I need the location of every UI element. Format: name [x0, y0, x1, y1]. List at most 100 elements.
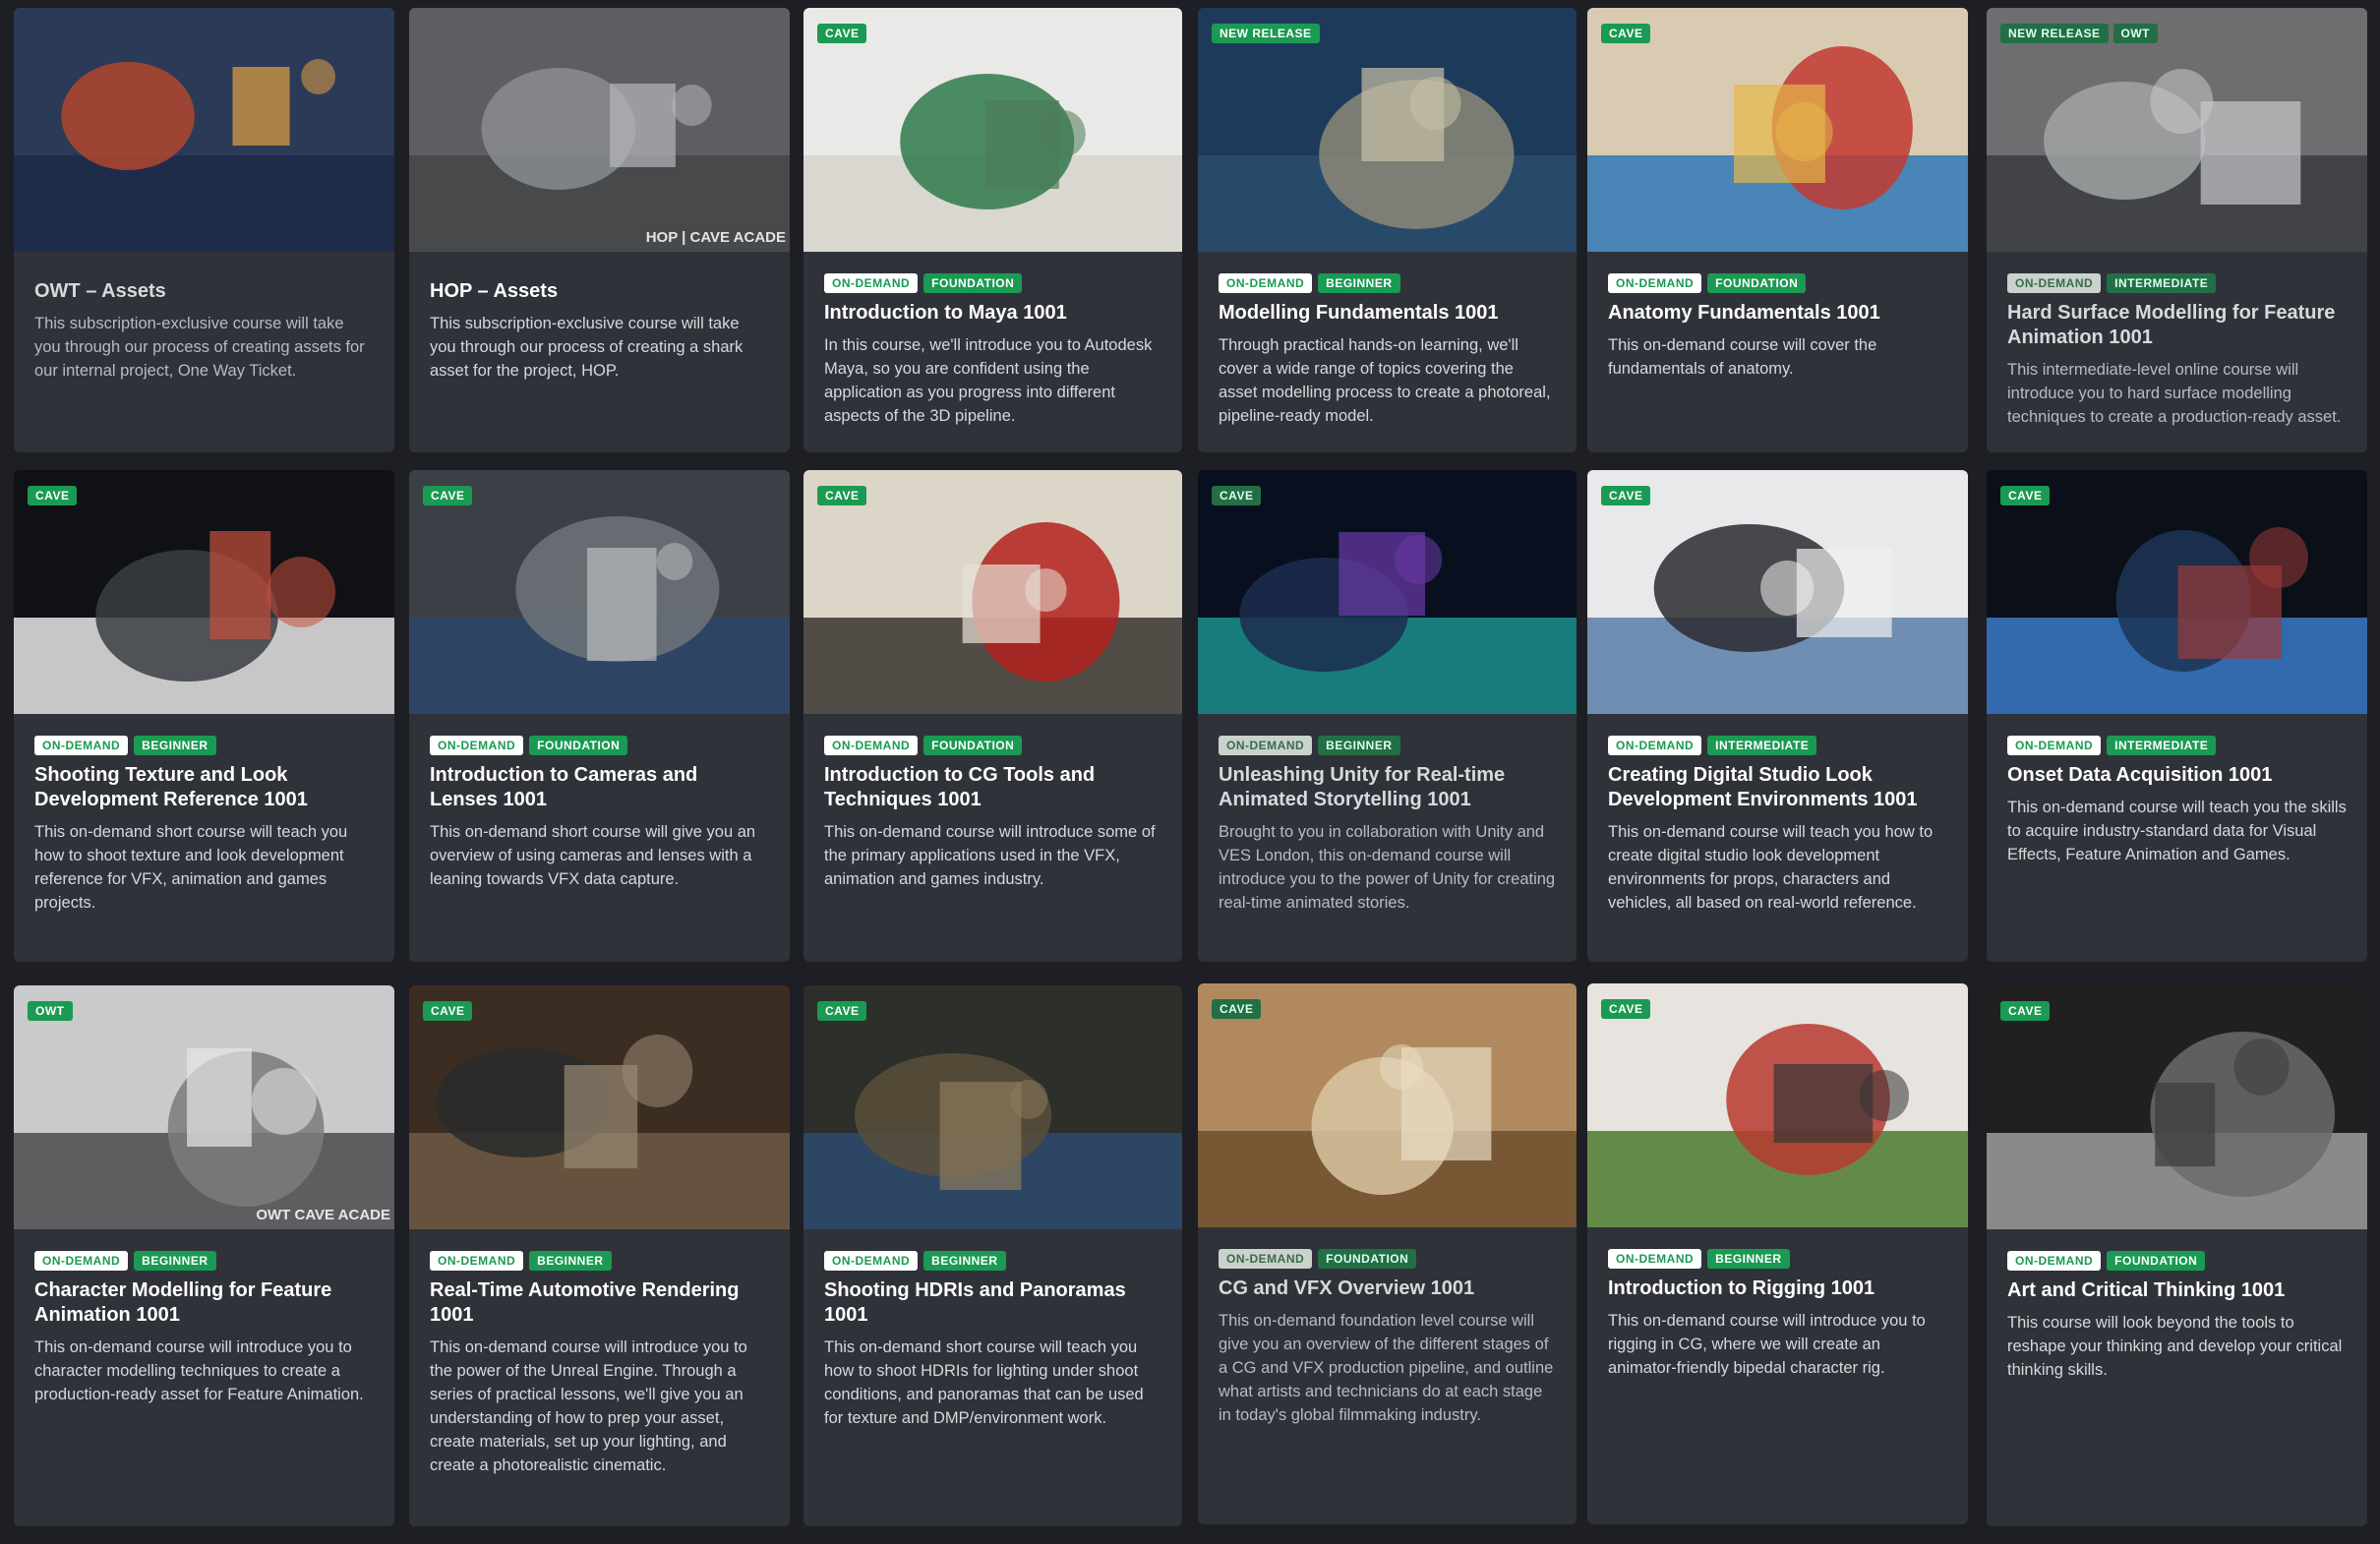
- thumbnail-illustration: [409, 8, 790, 252]
- thumbnail-illustration: [1198, 983, 1577, 1227]
- format-tag: ON-DEMAND: [2007, 736, 2102, 755]
- course-thumbnail[interactable]: CAVE: [803, 470, 1182, 714]
- level-tag: BEGINNER: [134, 736, 216, 755]
- course-card[interactable]: CAVE ON-DEMAND FOUNDATION CG and VFX Overvi…: [1198, 983, 1577, 1524]
- course-card[interactable]: OWT – Assets This subscription-exclusive …: [14, 8, 394, 452]
- course-title[interactable]: Introduction to CG Tools and Techniques …: [824, 763, 1161, 812]
- course-card[interactable]: CAVE ON-DEMAND FOUNDATION Anatomy Fundament…: [1587, 8, 1968, 452]
- course-card[interactable]: NEW RELEASE ON-DEMAND BEGINNER Modelling Fu…: [1198, 8, 1577, 452]
- course-thumbnail[interactable]: CAVE: [1587, 8, 1968, 252]
- thumbnail-badges: CAVE: [1601, 486, 1651, 505]
- course-tags: ON-DEMAND FOUNDATION: [2007, 1251, 2347, 1271]
- course-tags: ON-DEMAND INTERMEDIATE: [2007, 273, 2347, 293]
- thumbnail-illustration: [1198, 8, 1577, 252]
- course-title[interactable]: Hard Surface Modelling for Feature Anima…: [2007, 301, 2347, 350]
- course-title[interactable]: Shooting HDRIs and Panoramas 1001: [824, 1278, 1161, 1328]
- thumbnail-illustration: [409, 985, 790, 1229]
- course-body: ON-DEMAND BEGINNER Character Modelling for…: [34, 1251, 374, 1406]
- thumbnail-illustration: [14, 8, 394, 252]
- course-card[interactable]: CAVE ON-DEMAND BEGINNER Real-Time Automotiv…: [409, 985, 790, 1526]
- course-description: This course will look beyond the tools t…: [2007, 1314, 2343, 1379]
- level-tag: INTERMEDIATE: [1707, 736, 1817, 755]
- course-card[interactable]: CAVE ON-DEMAND BEGINNER Unleashing Unity fo…: [1198, 470, 1577, 962]
- course-title[interactable]: Introduction to Maya 1001: [824, 301, 1161, 326]
- format-tag: ON-DEMAND: [824, 273, 919, 293]
- course-description: Through practical hands-on learning, we'…: [1219, 336, 1551, 425]
- course-card[interactable]: CAVE ON-DEMAND FOUNDATION Introduction to C…: [409, 470, 790, 962]
- level-tag: FOUNDATION: [1707, 273, 1807, 293]
- level-tag: FOUNDATION: [923, 273, 1023, 293]
- course-title[interactable]: CG and VFX Overview 1001: [1219, 1277, 1556, 1301]
- course-title[interactable]: Shooting Texture and Look Development Re…: [34, 763, 374, 812]
- course-title[interactable]: Art and Critical Thinking 1001: [2007, 1278, 2347, 1303]
- course-body: ON-DEMAND FOUNDATION CG and VFX Overview 1…: [1219, 1249, 1556, 1427]
- course-body: ON-DEMAND FOUNDATION Anatomy Fundamentals …: [1608, 273, 1947, 381]
- course-card[interactable]: NEW RELEASE OWT ON-DEMAND INTERMEDIATE Hard …: [1987, 8, 2367, 452]
- course-body: ON-DEMAND INTERMEDIATE Creating Digital St…: [1608, 736, 1947, 915]
- course-title[interactable]: Introduction to Cameras and Lenses 1001: [430, 763, 769, 812]
- course-body: ON-DEMAND INTERMEDIATE Onset Data Acquisit…: [2007, 736, 2347, 866]
- thumbnail-badge: CAVE: [1212, 999, 1262, 1019]
- course-title[interactable]: Real-Time Automotive Rendering 1001: [430, 1278, 769, 1328]
- course-tags: ON-DEMAND BEGINNER: [1608, 1249, 1947, 1269]
- format-tag: ON-DEMAND: [1219, 273, 1313, 293]
- course-card[interactable]: CAVE ON-DEMAND BEGINNER Introduction to Rig…: [1587, 983, 1968, 1524]
- course-card[interactable]: CAVE ON-DEMAND INTERMEDIATE Onset Data Acqu…: [1987, 470, 2367, 962]
- course-title[interactable]: HOP – Assets: [430, 279, 769, 304]
- course-thumbnail[interactable]: CAVE: [1987, 985, 2367, 1229]
- course-card[interactable]: CAVE ON-DEMAND BEGINNER Shooting Texture an…: [14, 470, 394, 962]
- course-thumbnail[interactable]: CAVE: [1987, 470, 2367, 714]
- course-card[interactable]: CAVE ON-DEMAND FOUNDATION Introduction to C…: [803, 470, 1182, 962]
- course-thumbnail[interactable]: CAVE: [409, 985, 790, 1229]
- thumbnail-badge: CAVE: [2000, 486, 2051, 505]
- course-title[interactable]: Creating Digital Studio Look Development…: [1608, 763, 1947, 812]
- thumbnail-badge: CAVE: [423, 1001, 473, 1021]
- course-thumbnail[interactable]: CAVE: [803, 985, 1182, 1229]
- course-tags: ON-DEMAND BEGINNER: [34, 736, 374, 755]
- course-title[interactable]: Introduction to Rigging 1001: [1608, 1277, 1947, 1301]
- course-card[interactable]: HOP | CAVE ACADE HOP – Assets This subscri…: [409, 8, 790, 452]
- thumbnail-illustration: [409, 470, 790, 714]
- thumbnail-badge: CAVE: [1601, 999, 1651, 1019]
- course-description: This on-demand course will introduce som…: [824, 823, 1156, 888]
- course-title[interactable]: Character Modelling for Feature Animatio…: [34, 1278, 374, 1328]
- course-thumbnail[interactable]: CAVE: [1587, 983, 1968, 1227]
- course-title[interactable]: Anatomy Fundamentals 1001: [1608, 301, 1947, 326]
- course-card[interactable]: CAVE ON-DEMAND FOUNDATION Art and Critical …: [1987, 985, 2367, 1526]
- course-thumbnail[interactable]: CAVE: [409, 470, 790, 714]
- thumbnail-badges: CAVE: [817, 486, 867, 505]
- course-card[interactable]: CAVE ON-DEMAND BEGINNER Shooting HDRIs and …: [803, 985, 1182, 1526]
- course-thumbnail[interactable]: CAVE: [14, 470, 394, 714]
- thumbnail-watermark: HOP | CAVE ACADE: [645, 229, 786, 246]
- course-thumbnail[interactable]: CAVE: [1587, 470, 1968, 714]
- course-thumbnail[interactable]: [14, 8, 394, 252]
- course-description: This on-demand course will teach you the…: [2007, 799, 2347, 863]
- course-tags: ON-DEMAND FOUNDATION: [1219, 1249, 1556, 1269]
- course-thumbnail[interactable]: CAVE: [803, 8, 1182, 252]
- course-description: This on-demand course will introduce you…: [430, 1338, 747, 1474]
- course-body: ON-DEMAND BEGINNER Modelling Fundamentals …: [1219, 273, 1556, 428]
- course-title[interactable]: Modelling Fundamentals 1001: [1219, 301, 1556, 326]
- level-tag: BEGINNER: [529, 1251, 612, 1271]
- format-tag: ON-DEMAND: [2007, 1251, 2102, 1271]
- course-tags: ON-DEMAND INTERMEDIATE: [1608, 736, 1947, 755]
- course-card[interactable]: CAVE ON-DEMAND INTERMEDIATE Creating Digita…: [1587, 470, 1968, 962]
- course-thumbnail[interactable]: CAVE: [1198, 983, 1577, 1227]
- course-thumbnail[interactable]: NEW RELEASE: [1198, 8, 1577, 252]
- course-thumbnail[interactable]: HOP | CAVE ACADE: [409, 8, 790, 252]
- level-tag: BEGINNER: [1318, 736, 1400, 755]
- level-tag: BEGINNER: [923, 1251, 1006, 1271]
- course-thumbnail[interactable]: NEW RELEASE OWT: [1987, 8, 2367, 252]
- course-title[interactable]: Unleashing Unity for Real-time Animated …: [1219, 763, 1556, 812]
- course-thumbnail[interactable]: OWT OWT CAVE ACADE: [14, 985, 394, 1229]
- course-thumbnail[interactable]: CAVE: [1198, 470, 1577, 714]
- thumbnail-watermark: OWT CAVE ACADE: [256, 1207, 390, 1223]
- course-description: This on-demand short course will teach y…: [824, 1338, 1144, 1427]
- course-card[interactable]: CAVE ON-DEMAND FOUNDATION Introduction to M…: [803, 8, 1182, 452]
- course-description: This intermediate-level online course wi…: [2007, 361, 2342, 426]
- course-title[interactable]: OWT – Assets: [34, 279, 374, 304]
- course-title[interactable]: Onset Data Acquisition 1001: [2007, 763, 2347, 788]
- course-card[interactable]: OWT OWT CAVE ACADE ON-DEMAND BEGINNER Charac…: [14, 985, 394, 1526]
- thumbnail-badges: OWT: [28, 1001, 73, 1021]
- course-tags: ON-DEMAND FOUNDATION: [824, 736, 1161, 755]
